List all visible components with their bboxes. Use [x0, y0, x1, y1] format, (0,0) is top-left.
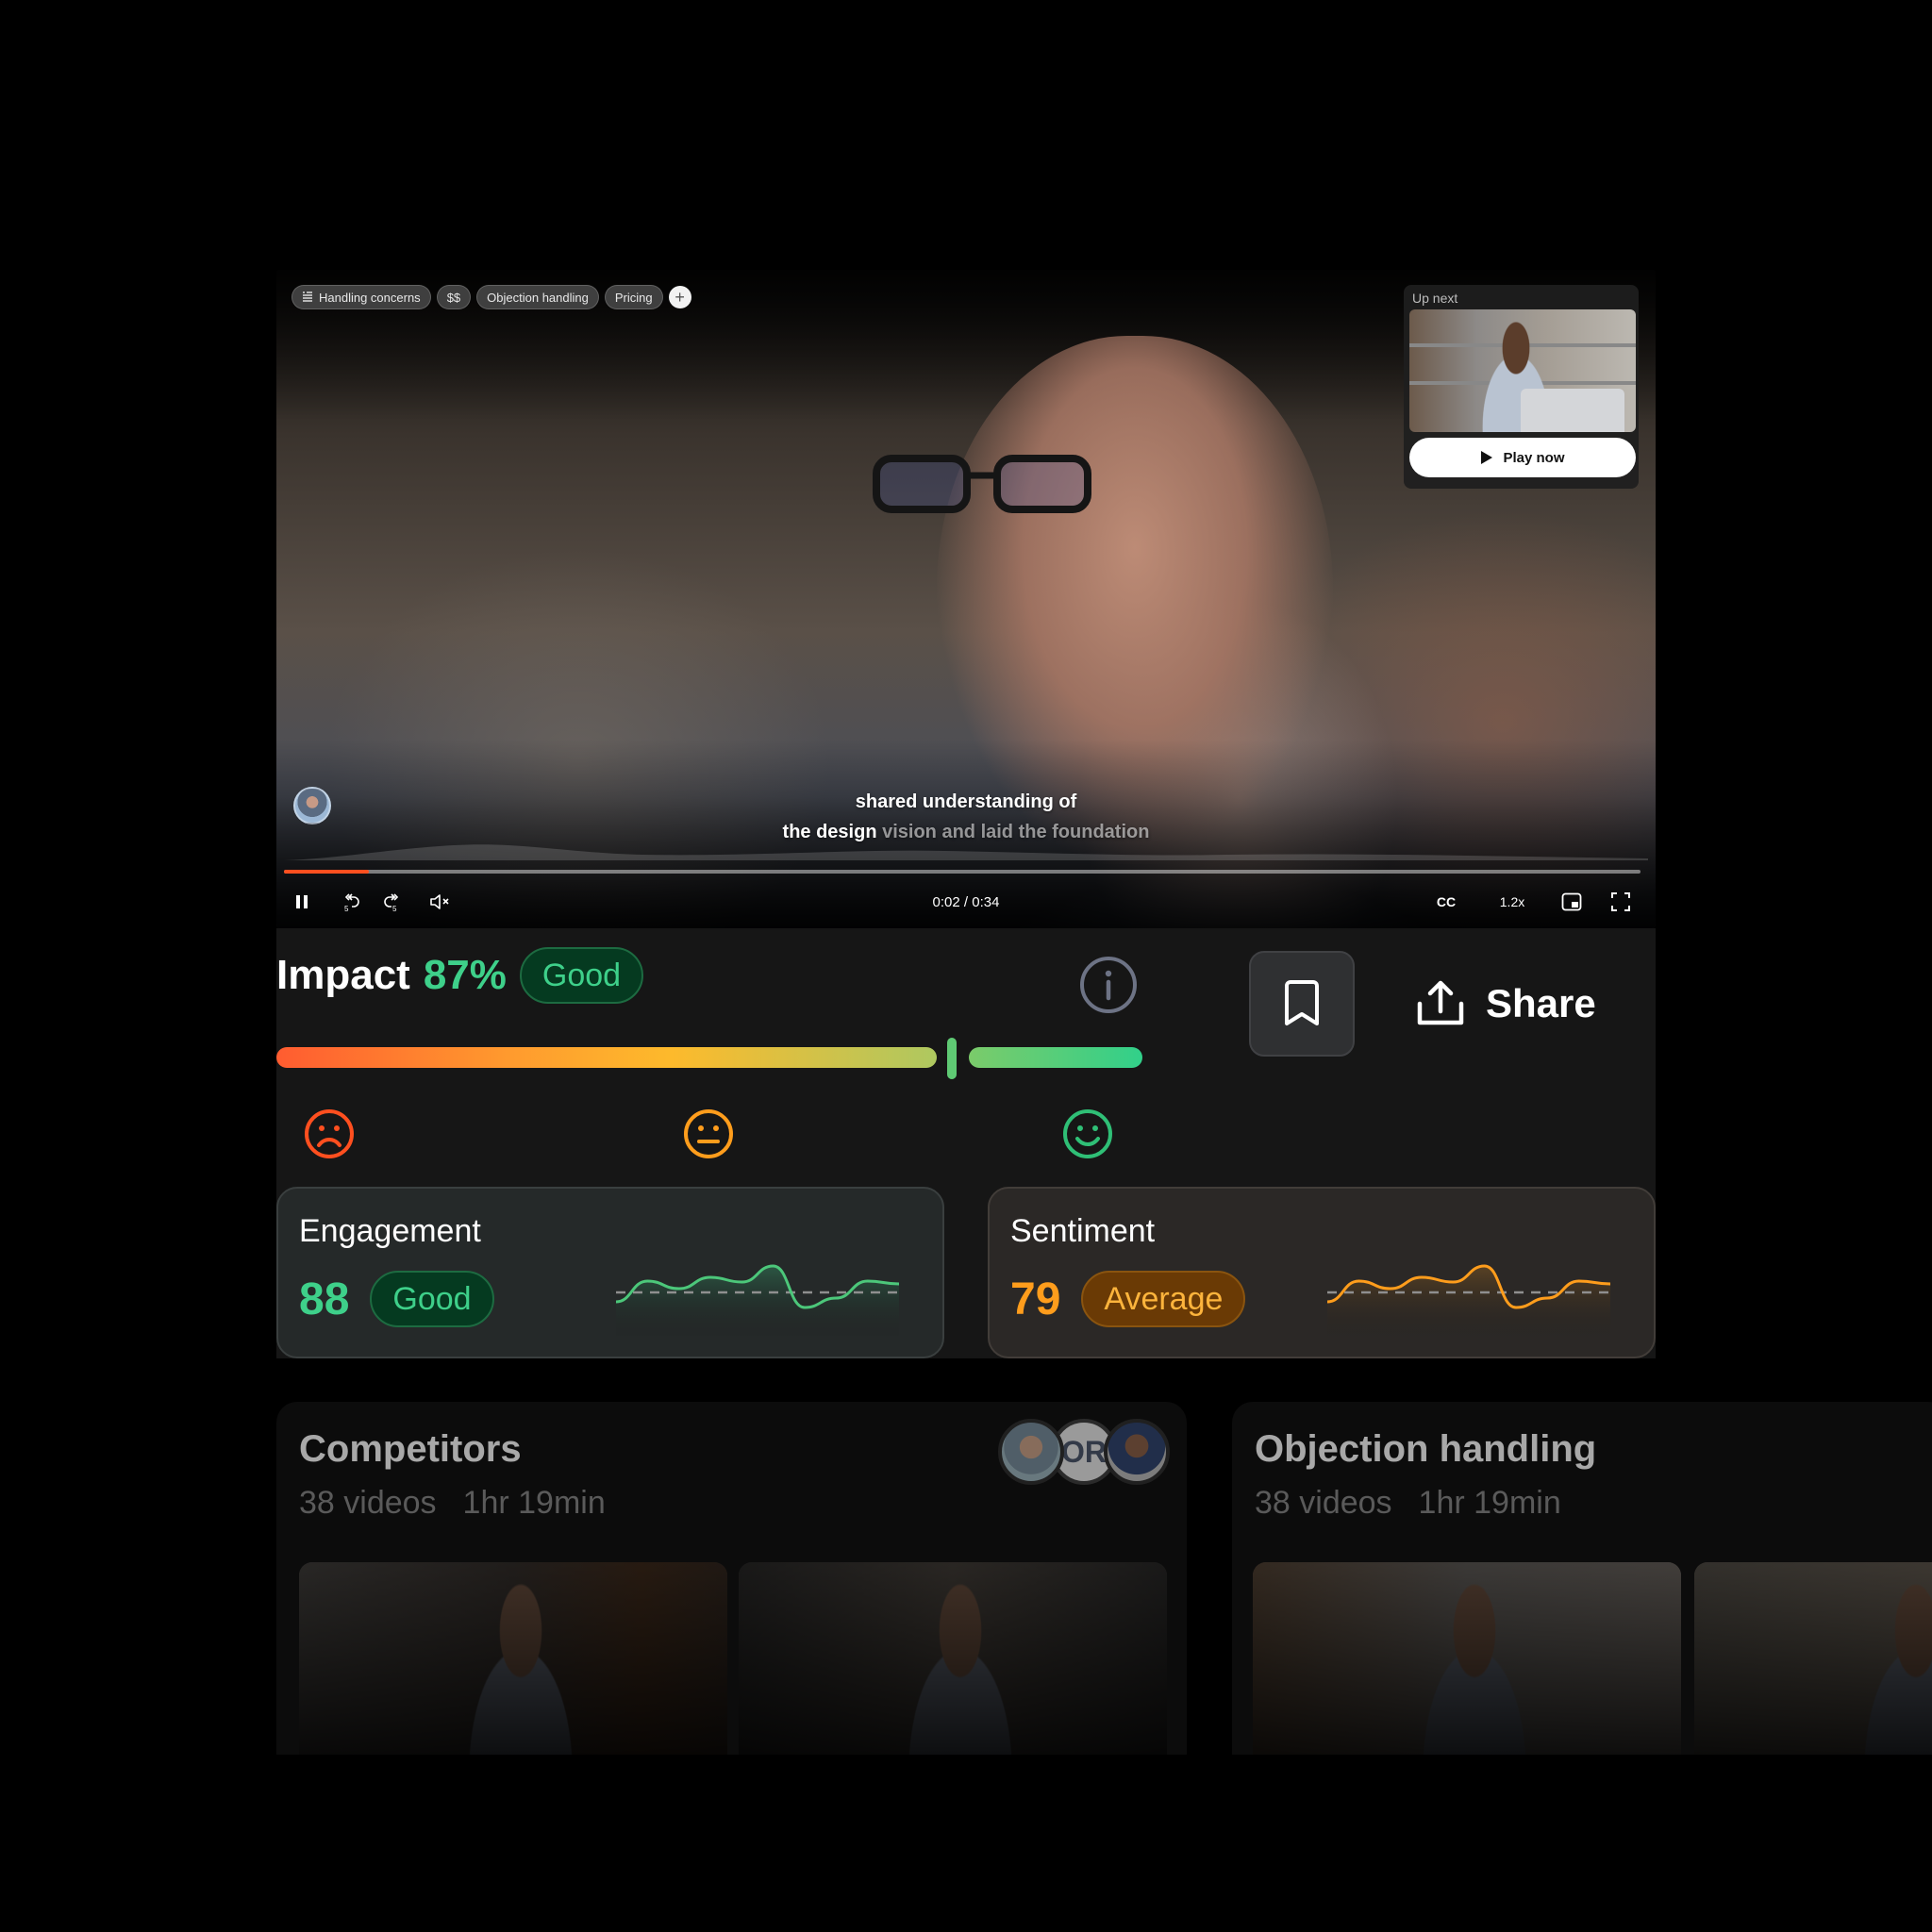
progress-bar[interactable]	[284, 870, 1641, 874]
picture-in-picture-button[interactable]	[1557, 883, 1586, 921]
share-button[interactable]: Share	[1416, 970, 1596, 1038]
video-frame-subject	[937, 336, 1333, 864]
play-now-button[interactable]: Play now	[1409, 438, 1636, 477]
thumbnail-laptop	[1521, 389, 1624, 432]
sad-face-icon	[305, 1109, 354, 1158]
avatar-stack: OR	[998, 1419, 1170, 1485]
neutral-face-icon	[684, 1109, 733, 1158]
tag-label: $$	[446, 290, 461, 305]
tag-chip[interactable]: Handling concerns	[291, 285, 431, 309]
video-player[interactable]: Handling concerns $$ Objection handling …	[276, 270, 1656, 928]
playlist-title: Competitors	[299, 1428, 522, 1470]
svg-text:5: 5	[392, 905, 397, 912]
skip-forward-button[interactable]: 5	[376, 883, 405, 921]
tag-label: Objection handling	[487, 290, 589, 305]
playlist-meta: 38 videos 1hr 19min	[299, 1485, 606, 1522]
playlist-duration: 1hr 19min	[1418, 1485, 1561, 1521]
tag-label: Handling concerns	[319, 290, 421, 305]
impact-scale-low	[276, 1047, 937, 1068]
tag-chip[interactable]: Objection handling	[476, 285, 599, 309]
metric-value: 88	[299, 1274, 350, 1324]
share-icon	[1417, 980, 1464, 1025]
impact-label: Impact	[276, 952, 410, 998]
avatar	[1104, 1419, 1170, 1485]
fullscreen-button[interactable]	[1607, 883, 1635, 921]
fullscreen-icon	[1611, 892, 1630, 911]
play-icon	[1481, 451, 1493, 464]
playlist-meta: 38 videos 1hr 19min	[1255, 1485, 1561, 1522]
up-next-label: Up next	[1412, 291, 1458, 306]
share-label: Share	[1486, 981, 1596, 1025]
info-icon	[1080, 957, 1137, 1013]
engagement-card[interactable]: Engagement 88 Good	[276, 1187, 944, 1358]
subtitle-spoken: the design	[782, 822, 877, 842]
progress-fill	[284, 870, 369, 874]
impact-percent: 87%	[423, 952, 507, 998]
sentiment-card[interactable]: Sentiment 79 Average	[988, 1187, 1656, 1358]
metric-value: 79	[1010, 1274, 1061, 1324]
page-bottom-fade	[0, 1755, 1932, 1932]
video-frame-glasses	[873, 455, 1091, 513]
player-controls: 5 5 0:02 / 0:34 CC 1.2x	[276, 883, 1656, 921]
metric-rating-badge: Good	[370, 1271, 494, 1327]
playlist-video-count: 38 videos	[1255, 1485, 1392, 1521]
tag-list: Handling concerns $$ Objection handling …	[291, 285, 691, 309]
analysis-panel: Impact 87% Good Share Engagement 88 Good…	[276, 928, 1656, 1358]
volume-muted-icon	[430, 894, 449, 909]
avatar	[998, 1419, 1064, 1485]
tag-label: Pricing	[614, 290, 653, 305]
tag-chip[interactable]: $$	[436, 285, 472, 309]
play-now-label: Play now	[1503, 449, 1565, 466]
bookmark-button[interactable]	[1249, 951, 1355, 1057]
impact-rating-badge: Good	[519, 947, 644, 1004]
playback-speed-button[interactable]: 1.2x	[1493, 883, 1531, 921]
playlist-video-count: 38 videos	[299, 1485, 437, 1521]
sparkline-area	[1327, 1266, 1610, 1340]
up-next-thumbnail[interactable]	[1409, 309, 1636, 432]
rewind-5-icon: 5	[344, 893, 359, 912]
metric-rating-badge: Average	[1081, 1271, 1246, 1327]
engagement-sparkline	[616, 1264, 899, 1340]
impact-scale-high	[969, 1047, 1142, 1068]
impact-scale-marker	[947, 1038, 957, 1079]
subtitle-upcoming: vision and laid the foundation	[882, 822, 1150, 842]
add-tag-button[interactable]: +	[668, 286, 691, 308]
bookmark-icon	[1285, 980, 1319, 1025]
tag-chip[interactable]: Pricing	[604, 285, 663, 309]
forward-5-icon: 5	[384, 893, 399, 912]
playlist-duration: 1hr 19min	[462, 1485, 606, 1521]
sparkline-area	[616, 1266, 899, 1340]
playlist-title: Objection handling	[1255, 1428, 1597, 1470]
mute-button[interactable]	[425, 883, 454, 921]
up-next-card: Up next Play now	[1404, 285, 1639, 489]
subtitle-line-1: shared understanding of	[855, 791, 1077, 812]
skip-back-button[interactable]: 5	[339, 883, 367, 921]
playback-time: 0:02 / 0:34	[932, 893, 1000, 910]
subtitle-caption: shared understanding of the design visio…	[276, 787, 1656, 847]
sentiment-sparkline	[1327, 1264, 1610, 1340]
playlist-card[interactable]: Objection handling 38 videos 1hr 19min	[1232, 1402, 1932, 1798]
svg-text:5: 5	[344, 905, 349, 912]
pause-icon	[296, 895, 308, 908]
impact-heading: Impact 87% Good	[276, 947, 644, 1004]
chapter-list-icon	[303, 291, 312, 302]
happy-face-icon	[1063, 1109, 1112, 1158]
captions-button[interactable]: CC	[1429, 883, 1463, 921]
picture-in-picture-icon	[1561, 892, 1582, 911]
subtitle-line-2: the design vision and laid the foundatio…	[276, 817, 1656, 847]
pause-button[interactable]	[288, 883, 316, 921]
playlist-card[interactable]: Competitors 38 videos 1hr 19min OR	[276, 1402, 1187, 1798]
info-button[interactable]	[1078, 955, 1139, 1020]
